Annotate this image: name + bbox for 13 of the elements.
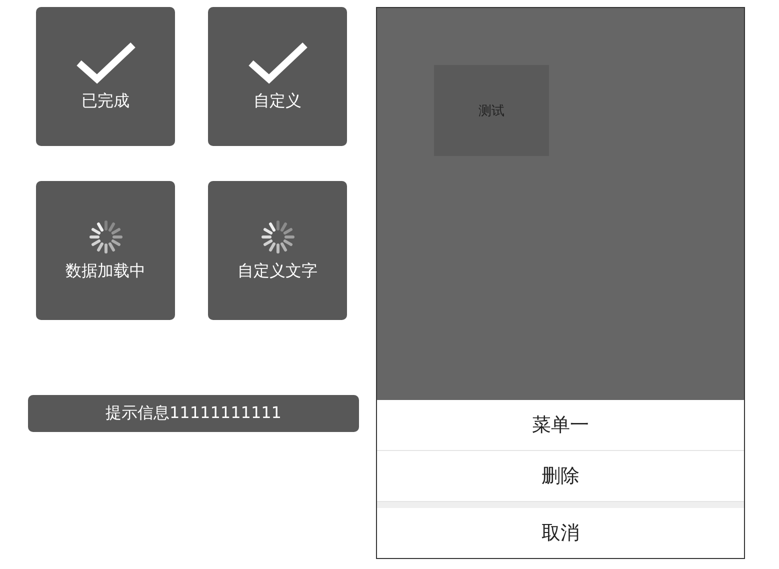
cancel-button[interactable]: 取消 [377, 508, 744, 558]
tip-message: 提示信息11111111111 [28, 395, 359, 432]
spinner-icon [88, 219, 124, 255]
toast-label: 自定义文字 [238, 261, 318, 282]
checkmark-icon [74, 41, 136, 85]
spinner-icon [260, 219, 296, 255]
menu-item[interactable]: 菜单一 [377, 400, 744, 451]
test-box: 测试 [434, 65, 549, 156]
menu-item[interactable]: 删除 [377, 451, 744, 502]
toast-label: 自定义 [254, 91, 302, 112]
checkmark-icon [246, 41, 308, 85]
toast-label: 已完成 [82, 91, 130, 112]
toast-label: 数据加载中 [66, 261, 146, 282]
